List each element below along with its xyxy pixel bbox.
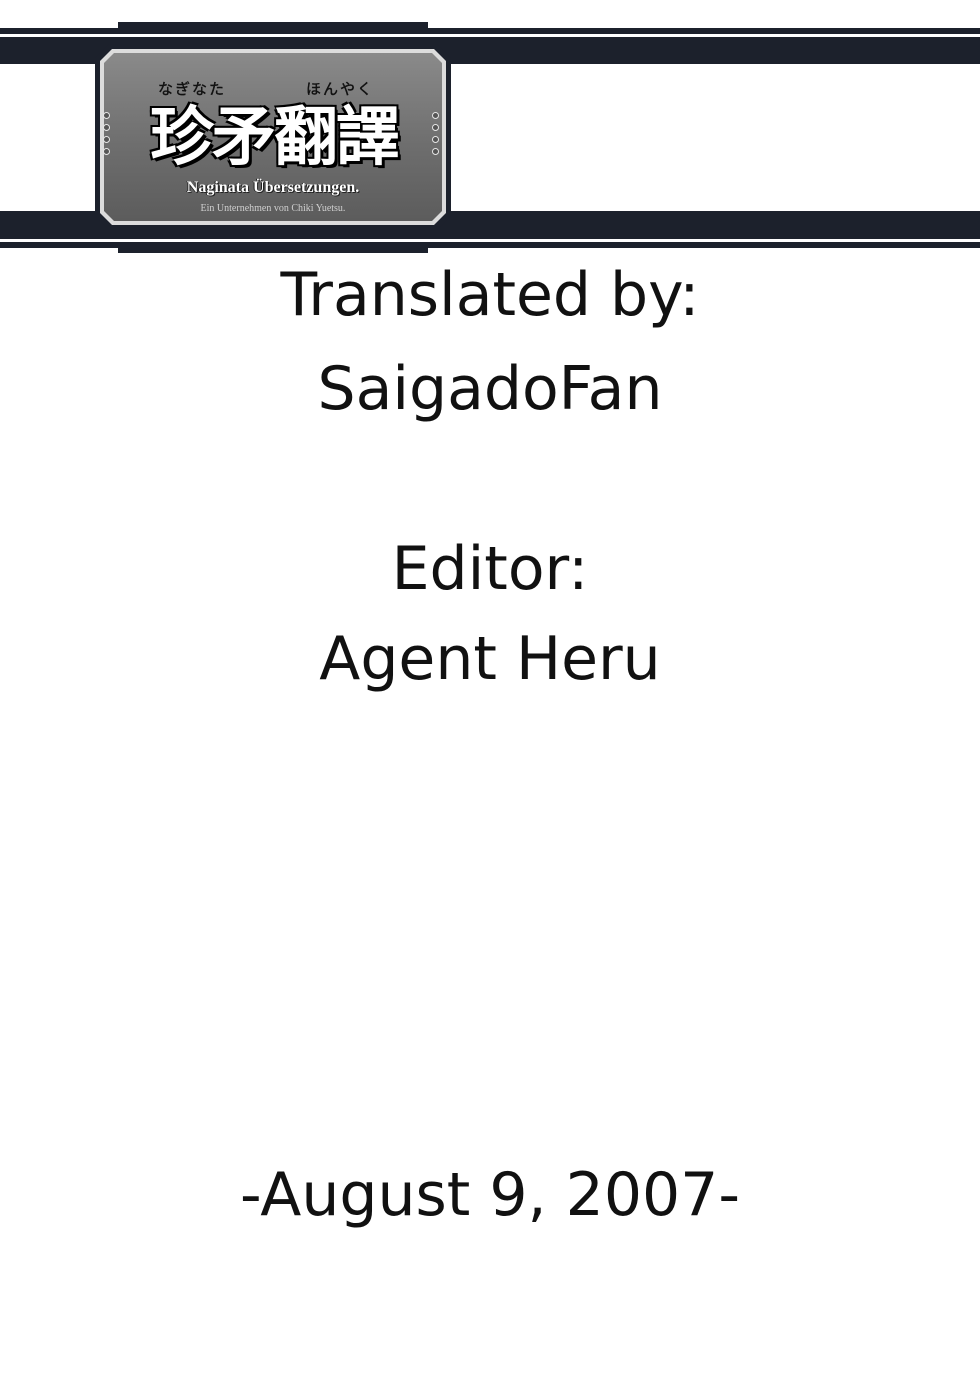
logo-kanji: 珍矛翻譯	[150, 101, 400, 175]
logo-ruby-left: なぎなた	[158, 80, 227, 98]
logo-subtitle: Naginata Übersetzungen.	[186, 179, 360, 196]
header-line-top	[118, 22, 428, 28]
rivet-dots-left	[103, 112, 113, 160]
release-date: -August 9, 2007-	[239, 1160, 741, 1230]
rivet-icon	[103, 124, 110, 131]
editor-label: Editor:	[391, 534, 589, 604]
rivet-icon	[103, 148, 110, 155]
rivet-icon	[103, 136, 110, 143]
rivet-icon	[103, 112, 110, 119]
rivet-dots-right	[432, 112, 442, 160]
translator-name: SaigadoFan	[317, 354, 663, 424]
translated-by-label: Translated by:	[280, 260, 700, 330]
header-line-bottom	[118, 248, 428, 253]
editor-name: Agent Heru	[319, 624, 661, 694]
rivet-icon	[432, 148, 439, 155]
rivet-icon	[432, 112, 439, 119]
rivet-icon	[432, 124, 439, 131]
logo-tagline: Ein Unternehmen von Chiki Yuetsu.	[200, 203, 346, 214]
rivet-icon	[432, 136, 439, 143]
logo-ruby-right: ほんやく	[306, 80, 375, 98]
